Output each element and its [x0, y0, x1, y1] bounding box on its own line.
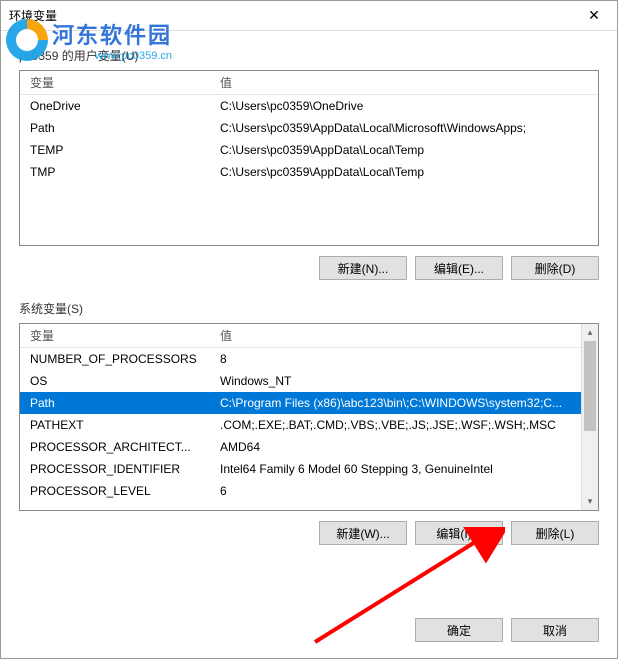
user-list-headers: 变量 值: [20, 71, 598, 95]
env-vars-dialog: 环境变量 ✕ 河东软件园 www.pc0359.cn pc0359 的用户变量(…: [0, 0, 618, 659]
cell-variable: PROCESSOR_IDENTIFIER: [20, 462, 210, 476]
cell-variable: TMP: [20, 165, 210, 179]
scroll-thumb[interactable]: [584, 341, 596, 431]
user-header-variable[interactable]: 变量: [20, 71, 210, 95]
user-header-value[interactable]: 值: [210, 71, 598, 95]
sys-edit-button[interactable]: 编辑(I)...: [415, 521, 503, 545]
cell-variable: PROCESSOR_ARCHITECT...: [20, 440, 210, 454]
cell-variable: NUMBER_OF_PROCESSORS: [20, 352, 210, 366]
cell-value: Intel64 Family 6 Model 60 Stepping 3, Ge…: [210, 462, 581, 476]
cell-value: C:\Users\pc0359\AppData\Local\Temp: [210, 143, 598, 157]
user-variables-section: pc0359 的用户变量(U) 变量 值 OneDriveC:\Users\pc…: [19, 47, 599, 280]
sys-delete-button[interactable]: 删除(L): [511, 521, 599, 545]
table-row[interactable]: PATHEXT.COM;.EXE;.BAT;.CMD;.VBS;.VBE;.JS…: [20, 414, 581, 436]
table-row[interactable]: PROCESSOR_ARCHITECT...AMD64: [20, 436, 581, 458]
dialog-footer: 确定 取消: [1, 606, 617, 658]
sys-header-variable[interactable]: 变量: [20, 324, 210, 348]
cell-value: AMD64: [210, 440, 581, 454]
window-title: 环境变量: [9, 7, 579, 24]
table-row[interactable]: PathC:\Users\pc0359\AppData\Local\Micros…: [20, 117, 598, 139]
table-row[interactable]: PROCESSOR_LEVEL6: [20, 480, 581, 502]
user-section-label: pc0359 的用户变量(U): [19, 47, 599, 64]
cell-variable: PROCESSOR_LEVEL: [20, 484, 210, 498]
ok-button[interactable]: 确定: [415, 618, 503, 642]
table-row[interactable]: OneDriveC:\Users\pc0359\OneDrive: [20, 95, 598, 117]
close-button[interactable]: ✕: [579, 1, 609, 31]
cell-value: 6: [210, 484, 581, 498]
cell-value: Windows_NT: [210, 374, 581, 388]
sys-section-label: 系统变量(S): [19, 300, 599, 317]
dialog-content: pc0359 的用户变量(U) 变量 值 OneDriveC:\Users\pc…: [1, 31, 617, 606]
user-edit-button[interactable]: 编辑(E)...: [415, 256, 503, 280]
sys-list-headers: 变量 值: [20, 324, 581, 348]
cell-value: 8: [210, 352, 581, 366]
scroll-up-icon[interactable]: ▴: [582, 324, 598, 341]
system-variables-section: 系统变量(S) 变量 值 NUMBER_OF_PROCESSORS8OSWind…: [19, 300, 599, 545]
cell-variable: Path: [20, 396, 210, 410]
cancel-button[interactable]: 取消: [511, 618, 599, 642]
cell-variable: OS: [20, 374, 210, 388]
table-row[interactable]: OSWindows_NT: [20, 370, 581, 392]
cell-variable: OneDrive: [20, 99, 210, 113]
table-row[interactable]: TEMPC:\Users\pc0359\AppData\Local\Temp: [20, 139, 598, 161]
cell-variable: TEMP: [20, 143, 210, 157]
system-variables-listbox[interactable]: 变量 值 NUMBER_OF_PROCESSORS8OSWindows_NTPa…: [19, 323, 599, 511]
sys-new-button[interactable]: 新建(W)...: [319, 521, 407, 545]
table-row[interactable]: PROCESSOR_IDENTIFIERIntel64 Family 6 Mod…: [20, 458, 581, 480]
cell-value: C:\Users\pc0359\AppData\Local\Microsoft\…: [210, 121, 598, 135]
user-delete-button[interactable]: 删除(D): [511, 256, 599, 280]
table-row[interactable]: NUMBER_OF_PROCESSORS8: [20, 348, 581, 370]
scroll-down-icon[interactable]: ▾: [582, 493, 598, 510]
sys-scrollbar[interactable]: ▴ ▾: [581, 324, 598, 510]
user-variables-listbox[interactable]: 变量 值 OneDriveC:\Users\pc0359\OneDrivePat…: [19, 70, 599, 246]
cell-value: .COM;.EXE;.BAT;.CMD;.VBS;.VBE;.JS;.JSE;.…: [210, 418, 581, 432]
cell-value: C:\Users\pc0359\AppData\Local\Temp: [210, 165, 598, 179]
sys-header-value[interactable]: 值: [210, 324, 581, 348]
user-new-button[interactable]: 新建(N)...: [319, 256, 407, 280]
cell-value: C:\Users\pc0359\OneDrive: [210, 99, 598, 113]
cell-value: C:\Program Files (x86)\abc123\bin\;C:\WI…: [210, 396, 581, 410]
titlebar: 环境变量 ✕: [1, 1, 617, 31]
table-row[interactable]: PathC:\Program Files (x86)\abc123\bin\;C…: [20, 392, 581, 414]
sys-buttons-row: 新建(W)... 编辑(I)... 删除(L): [19, 521, 599, 545]
table-row[interactable]: TMPC:\Users\pc0359\AppData\Local\Temp: [20, 161, 598, 183]
user-buttons-row: 新建(N)... 编辑(E)... 删除(D): [19, 256, 599, 280]
cell-variable: Path: [20, 121, 210, 135]
cell-variable: PATHEXT: [20, 418, 210, 432]
